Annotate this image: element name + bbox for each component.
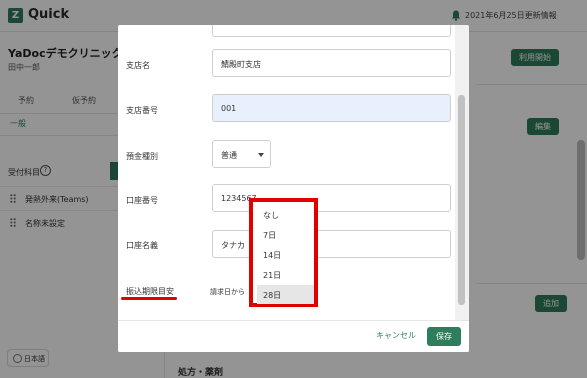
top-field-partial[interactable] [212,25,451,37]
account-type-select[interactable]: 普通 [212,140,271,168]
save-button[interactable]: 保存 [427,327,461,346]
cancel-button[interactable]: キャンセル [376,330,416,341]
account-number-label: 口座番号 [126,196,158,205]
dropdown-option-14-days[interactable]: 14日 [257,245,314,264]
dropdown-option-21-days[interactable]: 21日 [257,265,314,284]
transfer-deadline-label: 振込期限目安 [126,287,174,296]
branch-number-input[interactable]: 001 [212,94,451,122]
transfer-deadline-prefix: 請求日から [210,288,245,296]
branch-number-label: 支店番号 [126,106,158,115]
dialog-scrollbar-thumb[interactable] [458,95,465,305]
account-number-input[interactable]: 1234567 [212,184,451,212]
chevron-down-icon [258,153,264,157]
branch-name-input[interactable]: 鯖殿町支店 [212,49,451,77]
branch-name-label: 支店名 [126,61,150,70]
account-type-label: 預金種別 [126,152,158,161]
dropdown-option-none[interactable]: なし [257,205,314,224]
account-type-value: 普通 [221,151,237,160]
dropdown-option-7-days[interactable]: 7日 [257,225,314,244]
deadline-dropdown-menu: なし 7日 14日 21日 28日 [249,198,318,307]
account-holder-label: 口座名義 [126,241,158,250]
dropdown-option-28-days[interactable]: 28日 [257,285,314,304]
account-holder-input[interactable]: タナカ [212,230,451,258]
highlight-underline [121,297,177,300]
dialog-footer: キャンセル 保存 [118,320,469,352]
